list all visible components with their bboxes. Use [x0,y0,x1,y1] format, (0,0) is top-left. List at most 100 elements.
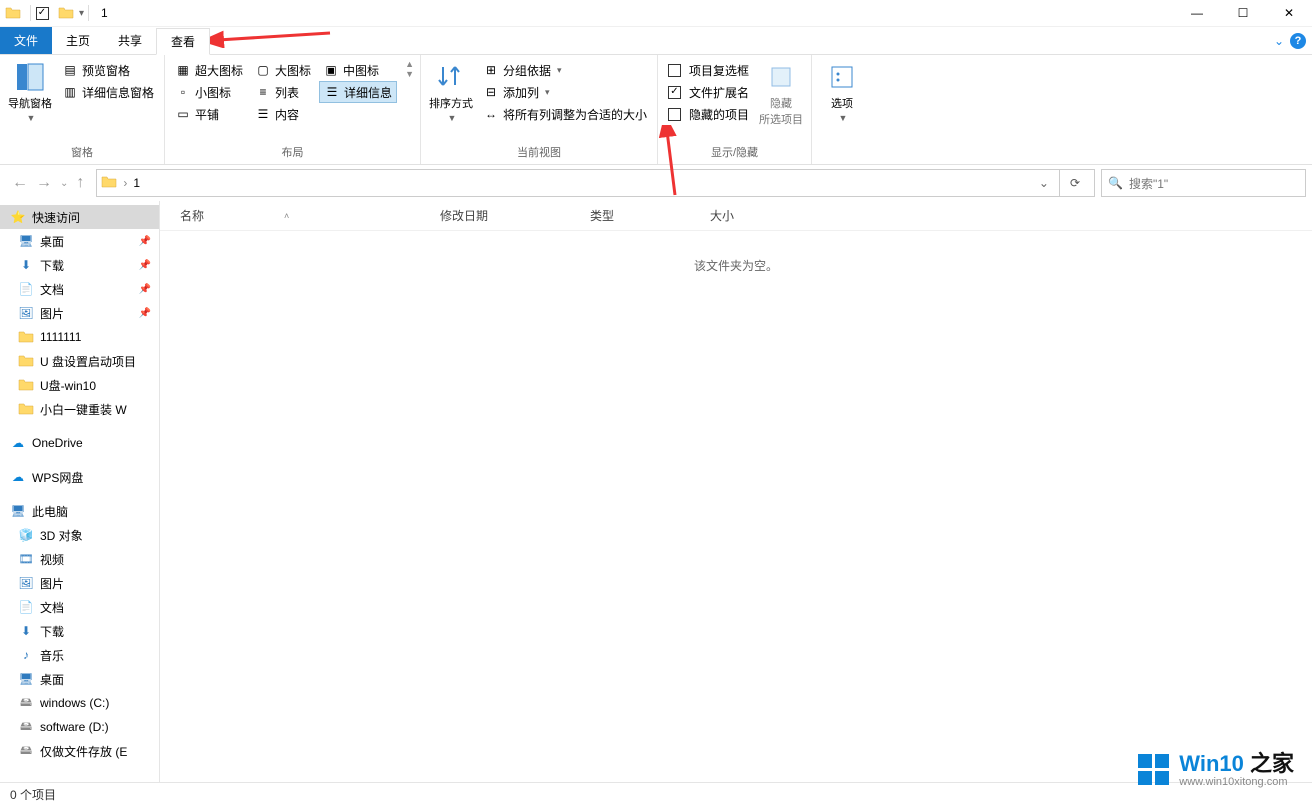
sidebar-item-this-pc[interactable]: 🖥此电脑 [0,499,159,523]
maximize-button[interactable]: ☐ [1220,0,1266,27]
breadcrumb-segment[interactable]: 1 [133,176,140,190]
sidebar-item-folder[interactable]: 1111111 [0,325,159,349]
layout-tiles[interactable]: ▭平铺 [171,103,247,125]
sidebar-item-quick-access[interactable]: ⭐快速访问 [0,205,159,229]
tab-file[interactable]: 文件 [0,27,52,54]
sidebar-item-folder[interactable]: U盘-win10 [0,373,159,397]
refresh-button[interactable]: ⟳ [1059,170,1090,196]
sidebar-item-desktop[interactable]: 🖥桌面 [0,667,159,691]
tiles-icon: ▭ [175,106,191,122]
folder-icon [18,377,34,393]
column-type[interactable]: 类型 [570,207,690,224]
sidebar-item-folder[interactable]: U 盘设置启动项目 [0,349,159,373]
tab-share[interactable]: 共享 [104,27,156,54]
nav-pane-label: 导航窗格 [8,95,52,111]
sidebar-item-onedrive[interactable]: ☁OneDrive [0,431,159,455]
search-input[interactable]: 🔍 搜索"1" [1101,169,1306,197]
layout-extra-large[interactable]: ▦超大图标 [171,59,247,81]
qat-overflow[interactable]: ▾ [79,8,84,19]
back-button[interactable]: ← [12,174,28,192]
minimize-button[interactable]: — [1174,0,1220,27]
sidebar-item-downloads[interactable]: ⬇下载📌 [0,253,159,277]
sidebar-item-wps[interactable]: ☁WPS网盘 [0,465,159,489]
file-list[interactable]: 名称˄ 修改日期 类型 大小 该文件夹为空。 [160,201,1312,787]
pc-icon: 🖥 [10,503,26,519]
preview-pane-button[interactable]: ▤预览窗格 [58,59,158,81]
layout-small[interactable]: ▫小图标 [171,81,247,103]
folder-icon [18,353,34,369]
layout-details[interactable]: ☰详细信息 [319,81,397,103]
size-all-columns-button[interactable]: ↔将所有列调整为合适的大小 [479,103,651,125]
hide-selected-button[interactable]: 隐藏 所选项目 [757,59,805,129]
music-icon: ♪ [18,647,34,663]
sort-by-button[interactable]: 排序方式 ▼ [427,59,475,125]
hidden-items-toggle[interactable]: 隐藏的项目 [664,103,753,125]
sidebar-item-documents[interactable]: 📄文档 [0,595,159,619]
document-icon: 📄 [18,599,34,615]
tab-home[interactable]: 主页 [52,27,104,54]
up-button[interactable]: ↑ [76,174,84,192]
address-bar[interactable]: › 1 ⌄ ⟳ [96,169,1095,197]
checkbox-icon[interactable] [35,4,53,22]
ribbon-group-panes: 导航窗格 ▼ ▤预览窗格 ▥详细信息窗格 窗格 [0,55,165,164]
layout-scroll-up[interactable]: ▲ [405,59,414,69]
close-button[interactable]: ✕ [1266,0,1312,27]
help-icon[interactable]: ? [1290,33,1306,49]
hide-selected-label: 隐藏 所选项目 [759,95,803,127]
sidebar-item-3d[interactable]: 🧊3D 对象 [0,523,159,547]
drive-icon: 🖴 [18,743,34,759]
tab-view[interactable]: 查看 [156,28,210,55]
options-label: 选项 [831,95,853,111]
column-date[interactable]: 修改日期 [420,207,570,224]
sidebar-item-drive-d[interactable]: 🖴software (D:) [0,715,159,739]
sidebar-item-music[interactable]: ♪音乐 [0,643,159,667]
navigation-pane[interactable]: ⭐快速访问 🖥桌面📌 ⬇下载📌 📄文档📌 🖼图片📌 1111111 U 盘设置启… [0,201,160,787]
add-columns-button[interactable]: ⊟添加列▾ [479,81,651,103]
column-name[interactable]: 名称˄ [160,207,420,224]
chevron-down-icon: ▼ [27,113,36,123]
forward-button[interactable]: → [36,174,52,192]
video-icon: 🎞 [18,551,34,567]
recent-locations[interactable]: ⌄ [60,178,68,189]
window-title: 1 [101,6,108,20]
nav-pane-button[interactable]: 导航窗格 ▼ [6,59,54,125]
preview-pane-icon: ▤ [62,62,78,78]
title-bar: ▾ 1 — ☐ ✕ [0,0,1312,27]
checkbox-icon [668,64,681,77]
address-dropdown[interactable]: ⌄ [1035,176,1053,190]
sidebar-item-videos[interactable]: 🎞视频 [0,547,159,571]
layout-list[interactable]: ≡列表 [251,81,315,103]
group-by-button[interactable]: ⊞分组依据▾ [479,59,651,81]
layout-scroll-down[interactable]: ▼ [405,69,414,79]
sidebar-item-pictures[interactable]: 🖼图片 [0,571,159,595]
large-icon: ▢ [255,62,271,78]
layout-content[interactable]: ☰内容 [251,103,315,125]
sidebar-item-drive-e[interactable]: 🖴仅做文件存放 (E [0,739,159,763]
content-icon: ☰ [255,106,271,122]
sidebar-item-drive-c[interactable]: 🖴windows (C:) [0,691,159,715]
sidebar-item-downloads[interactable]: ⬇下载 [0,619,159,643]
layout-large[interactable]: ▢大图标 [251,59,315,81]
window-controls: — ☐ ✕ [1174,0,1312,27]
checkbox-checked-icon [668,86,681,99]
item-checkboxes-toggle[interactable]: 项目复选框 [664,59,753,81]
sort-indicator-icon: ˄ [284,211,289,221]
layout-medium[interactable]: ▣中图标 [319,59,397,81]
sidebar-item-pictures[interactable]: 🖼图片📌 [0,301,159,325]
ribbon-collapse-icon[interactable]: ⌄ [1274,34,1284,48]
chevron-down-icon: ▼ [839,113,848,123]
options-button[interactable]: 选项 ▼ [818,59,866,125]
folder-icon [57,4,75,22]
nav-pane-icon [14,61,46,93]
file-extensions-toggle[interactable]: 文件扩展名 [664,81,753,103]
column-size[interactable]: 大小 [690,207,770,224]
desktop-icon: 🖥 [18,233,34,249]
add-columns-icon: ⊟ [483,84,499,100]
pin-icon: 📌 [139,308,151,319]
details-pane-button[interactable]: ▥详细信息窗格 [58,81,158,103]
checkbox-icon [668,108,681,121]
sidebar-item-documents[interactable]: 📄文档📌 [0,277,159,301]
sidebar-item-desktop[interactable]: 🖥桌面📌 [0,229,159,253]
ribbon-group-layout: ▦超大图标 ▫小图标 ▭平铺 ▢大图标 ≡列表 ☰内容 ▣中图标 ☰详细信息 ▲… [165,55,421,164]
sidebar-item-folder[interactable]: 小白一键重装 W [0,397,159,421]
